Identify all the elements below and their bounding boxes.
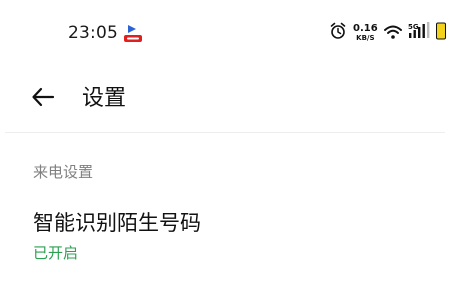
wifi-icon [383, 24, 402, 43]
net-speed-value: 0.16 [353, 23, 378, 34]
back-button[interactable] [26, 82, 60, 116]
setting-item-label: 智能识别陌生号码 [33, 211, 201, 235]
back-arrow-icon [31, 87, 55, 111]
svg-text:5G: 5G [408, 23, 419, 31]
header: 设置 [0, 72, 450, 126]
cellular-signal-icon: 5G [408, 22, 430, 44]
app-badge-icon [122, 24, 144, 44]
status-icons: 0.16 KB/S 5G [330, 20, 446, 46]
net-speed-indicator: 0.16 KB/S [353, 23, 378, 43]
setting-item-smart-caller-id[interactable]: 智能识别陌生号码 已开启 [0, 200, 450, 270]
status-time: 23:05 [68, 23, 118, 43]
page-title: 设置 [82, 86, 127, 111]
header-divider [5, 132, 445, 133]
net-speed-unit: KB/S [356, 34, 375, 42]
alarm-icon [330, 22, 346, 44]
status-bar: 23:05 0.16 KB/S 5G [0, 0, 450, 64]
setting-item-status: 已开启 [33, 244, 79, 262]
section-title: 来电设置 [33, 163, 94, 181]
battery-icon [435, 22, 446, 44]
